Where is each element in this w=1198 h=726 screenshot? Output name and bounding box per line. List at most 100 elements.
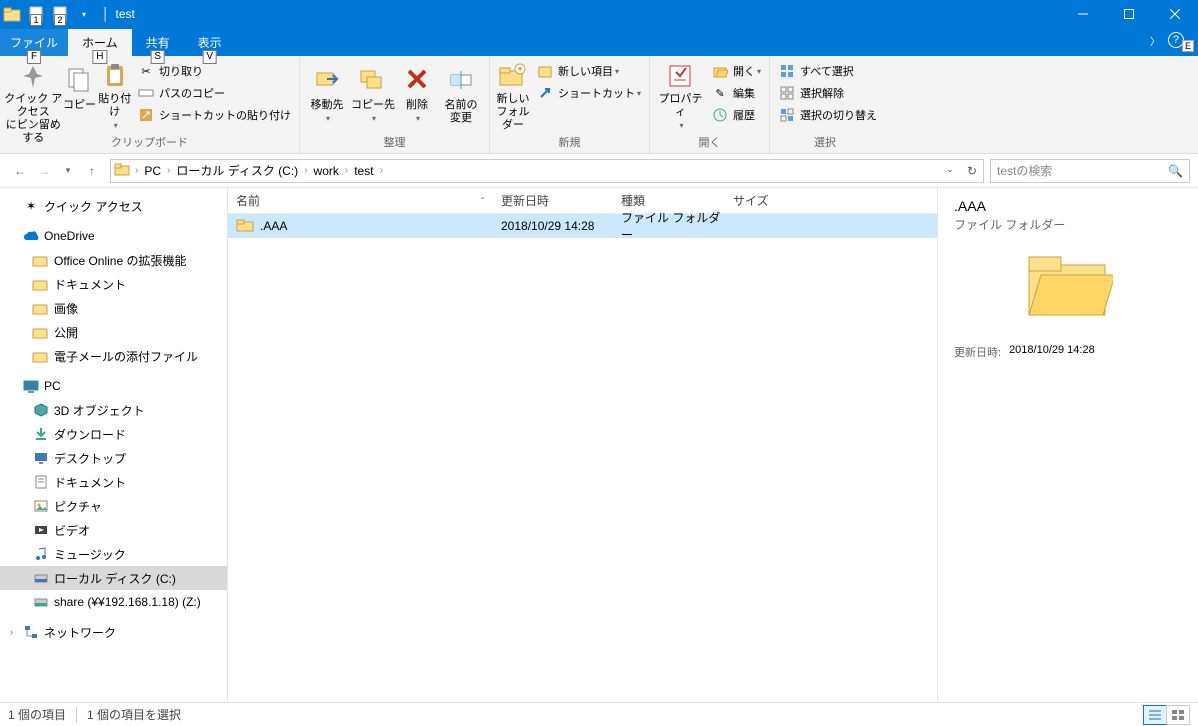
delete-button[interactable]: 削除▾ bbox=[396, 58, 438, 132]
tab-share[interactable]: 共有 S bbox=[132, 29, 184, 56]
select-none-button[interactable]: 選択解除 bbox=[774, 82, 881, 104]
qat-item-2[interactable]: 2 bbox=[48, 2, 72, 26]
status-bar: 1 個の項目 1 個の項目を選択 bbox=[0, 702, 1198, 726]
group-label-new: 新規 bbox=[494, 132, 645, 153]
nav-pc-6[interactable]: ミュージック bbox=[0, 542, 227, 566]
nav-network[interactable]: ›ネットワーク bbox=[0, 620, 227, 644]
delete-icon bbox=[400, 62, 434, 96]
breadcrumb-disk[interactable]: ローカル ディスク (C:) bbox=[172, 160, 302, 182]
paste-shortcut-button[interactable]: ショートカットの貼り付け bbox=[133, 104, 295, 126]
pin-icon bbox=[16, 62, 50, 90]
new-item-icon bbox=[536, 62, 554, 80]
edit-button[interactable]: ✎編集 bbox=[707, 82, 765, 104]
qat-dropdown[interactable]: ▾ bbox=[72, 2, 96, 26]
new-shortcut-button[interactable]: ショートカット ▾ bbox=[532, 82, 645, 104]
minimize-ribbon-button[interactable]: 〉 bbox=[1150, 33, 1160, 48]
recent-dropdown[interactable]: ▾ bbox=[56, 159, 80, 183]
group-label-open: 開く bbox=[654, 132, 765, 153]
paste-icon bbox=[98, 62, 132, 90]
up-button[interactable]: ↑ bbox=[80, 159, 104, 183]
qat-item-1[interactable]: 1 bbox=[24, 2, 48, 26]
select-invert-button[interactable]: 選択の切り替え bbox=[774, 104, 881, 126]
navigation-pane[interactable]: ✶クイック アクセス OneDrive Office Online の拡張機能 … bbox=[0, 188, 228, 702]
new-item-button[interactable]: 新しい項目 ▾ bbox=[532, 60, 645, 82]
video-icon bbox=[32, 521, 50, 539]
col-size[interactable]: サイズ bbox=[725, 188, 805, 213]
maximize-button[interactable] bbox=[1106, 0, 1152, 28]
search-icon: 🔍 bbox=[1168, 164, 1183, 178]
search-box[interactable]: testの検索 🔍 bbox=[990, 159, 1190, 183]
breadcrumb-work[interactable]: work bbox=[310, 160, 343, 182]
paste-button[interactable]: 貼り付け▾ bbox=[96, 58, 133, 132]
col-modified[interactable]: 更新日時 bbox=[493, 188, 613, 213]
properties-button[interactable]: プロパティ▾ bbox=[654, 58, 707, 132]
col-name[interactable]: 名前⌃ bbox=[228, 188, 493, 213]
nav-od-2[interactable]: 画像 bbox=[0, 296, 227, 320]
address-dropdown[interactable]: ⌄ bbox=[939, 164, 961, 178]
nav-pc-1[interactable]: ダウンロード bbox=[0, 422, 227, 446]
path-icon bbox=[137, 84, 155, 102]
group-label-clipboard: クリップボード bbox=[4, 132, 295, 153]
forward-button[interactable]: → bbox=[32, 159, 56, 183]
nav-od-0[interactable]: Office Online の拡張機能 bbox=[0, 248, 227, 272]
scissors-icon: ✂ bbox=[137, 62, 155, 80]
nav-od-3[interactable]: 公開 bbox=[0, 320, 227, 344]
nav-pc[interactable]: PC bbox=[0, 374, 227, 398]
folder-icon bbox=[32, 251, 50, 269]
rename-button[interactable]: 名前の 変更 bbox=[438, 58, 484, 132]
open-button[interactable]: 開く ▾ bbox=[707, 60, 765, 82]
new-folder-button[interactable]: ✦新しい フォルダー bbox=[494, 58, 532, 132]
navigation-bar: ← → ▾ ↑ › PC› ローカル ディスク (C:)› work› test… bbox=[0, 154, 1198, 188]
tab-file[interactable]: ファイル F bbox=[0, 29, 68, 56]
back-button[interactable]: ← bbox=[8, 159, 32, 183]
history-button[interactable]: 履歴 bbox=[707, 104, 765, 126]
network-icon bbox=[22, 623, 40, 641]
nav-pc-2[interactable]: デスクトップ bbox=[0, 446, 227, 470]
preview-name: .AAA bbox=[954, 198, 1182, 214]
folder-icon bbox=[32, 275, 50, 293]
download-icon bbox=[32, 425, 50, 443]
breadcrumb-test[interactable]: test bbox=[350, 160, 377, 182]
table-row[interactable]: .AAA 2018/10/29 14:28 ファイル フォルダー bbox=[228, 214, 937, 238]
pin-to-quick-access-button[interactable]: クイック アクセス にピン留めする bbox=[4, 58, 62, 132]
nav-pc-4[interactable]: ピクチャ bbox=[0, 494, 227, 518]
close-button[interactable] bbox=[1152, 0, 1198, 28]
refresh-button[interactable]: ↻ bbox=[961, 164, 983, 178]
preview-type: ファイル フォルダー bbox=[954, 216, 1182, 233]
nav-pc-5[interactable]: ビデオ bbox=[0, 518, 227, 542]
folder-icon bbox=[236, 218, 254, 234]
select-all-button[interactable]: すべて選択 bbox=[774, 60, 881, 82]
column-headers: 名前⌃ 更新日時 種類 サイズ bbox=[228, 188, 937, 214]
address-folder-icon bbox=[111, 162, 133, 179]
select-invert-icon bbox=[778, 106, 796, 124]
minimize-button[interactable] bbox=[1060, 0, 1106, 28]
nav-pc-8[interactable]: share (¥¥192.168.1.18) (Z:) bbox=[0, 590, 227, 614]
disk-icon bbox=[32, 569, 50, 587]
view-details-button[interactable] bbox=[1143, 705, 1167, 725]
nav-od-4[interactable]: 電子メールの添付ファイル bbox=[0, 344, 227, 368]
move-to-button[interactable]: 移動先▾ bbox=[304, 58, 350, 132]
nav-pc-3[interactable]: ドキュメント bbox=[0, 470, 227, 494]
copy-button[interactable]: コピー bbox=[62, 58, 96, 132]
breadcrumb-pc[interactable]: PC bbox=[140, 160, 165, 182]
nav-pc-7[interactable]: ローカル ディスク (C:) bbox=[0, 566, 227, 590]
folder-icon bbox=[32, 299, 50, 317]
nav-quick-access[interactable]: ✶クイック アクセス bbox=[0, 194, 227, 218]
group-label-organize: 整理 bbox=[304, 132, 485, 153]
document-icon bbox=[32, 473, 50, 491]
nav-pc-0[interactable]: 3D オブジェクト bbox=[0, 398, 227, 422]
address-bar[interactable]: › PC› ローカル ディスク (C:)› work› test› ⌄ ↻ bbox=[110, 159, 984, 183]
view-large-icons-button[interactable] bbox=[1166, 705, 1190, 725]
tab-view[interactable]: 表示 V bbox=[184, 29, 236, 56]
qat-explorer-icon[interactable] bbox=[0, 2, 24, 26]
file-size bbox=[725, 214, 805, 238]
tab-home[interactable]: ホーム H bbox=[68, 29, 132, 56]
nav-od-1[interactable]: ドキュメント bbox=[0, 272, 227, 296]
nav-onedrive[interactable]: OneDrive bbox=[0, 224, 227, 248]
copy-path-button[interactable]: パスのコピー bbox=[133, 82, 295, 104]
copy-icon bbox=[62, 62, 96, 96]
star-icon: ✶ bbox=[22, 197, 40, 215]
copy-to-button[interactable]: コピー先▾ bbox=[350, 58, 396, 132]
music-icon bbox=[32, 545, 50, 563]
file-list[interactable]: 名前⌃ 更新日時 種類 サイズ .AAA 2018/10/29 14:28 ファ… bbox=[228, 188, 938, 702]
